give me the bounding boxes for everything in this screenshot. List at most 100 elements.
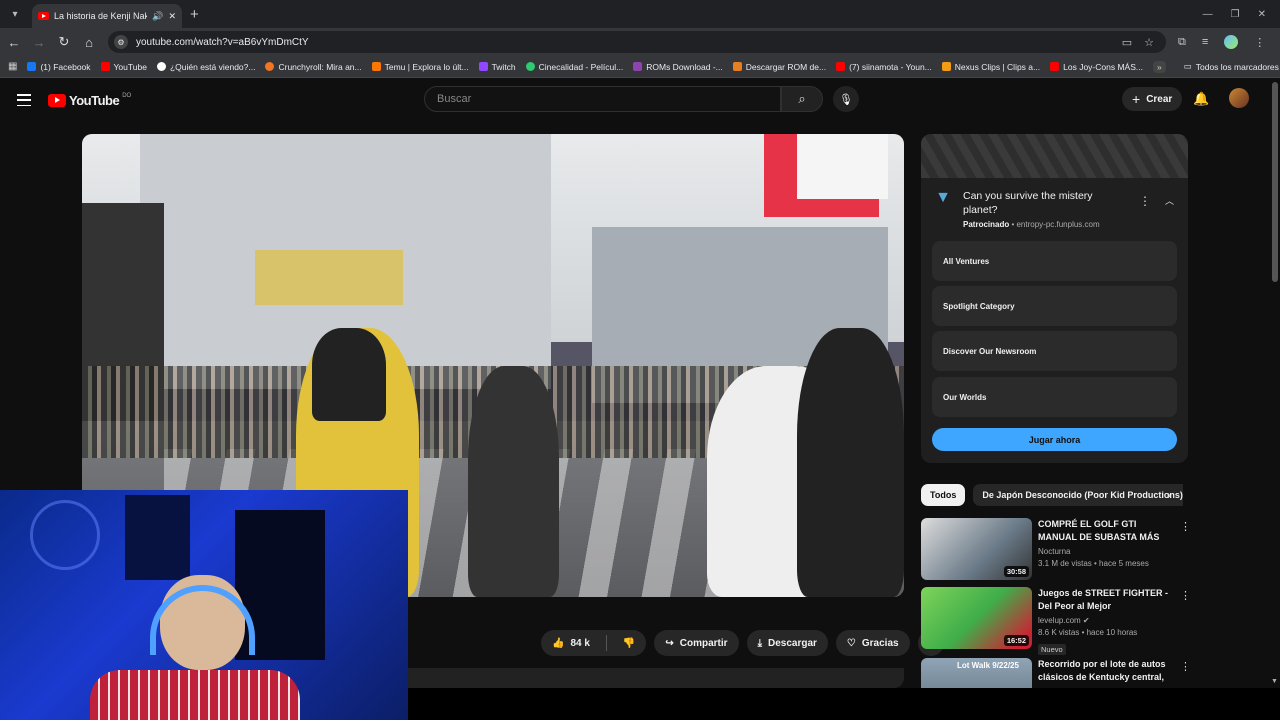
new-tab-plus-icon[interactable]: +	[190, 6, 199, 23]
ad-title[interactable]: Can you survive the mistery planet?	[963, 189, 1113, 217]
bookmark-item[interactable]: Nexus Clips | Clips a...	[941, 62, 1040, 72]
cast-icon[interactable]: ▭	[1122, 36, 1132, 49]
bookmark-item[interactable]: YouTube	[100, 62, 147, 72]
extensions-puzzle-icon[interactable]: ⧉	[1178, 36, 1186, 49]
crunchyroll-icon	[265, 62, 275, 71]
video-meta: 8.6 K vistas • hace 10 horas	[1038, 628, 1138, 637]
apps-grid-icon[interactable]: ▦	[8, 61, 17, 72]
bookmark-item[interactable]: ¿Quién está viendo?...	[156, 62, 255, 72]
video-frame-person	[797, 328, 904, 597]
bookmark-item[interactable]: Descargar ROM de...	[732, 62, 826, 72]
scroll-down-arrow-icon[interactable]: ▼	[1271, 678, 1278, 685]
like-button[interactable]: 👍 84 k	[552, 638, 590, 649]
search-button[interactable]: ⌕	[781, 86, 823, 112]
create-button[interactable]: + Crear	[1122, 87, 1183, 111]
bookmarks-bar: ▦ (1) Facebook YouTube ¿Quién está viend…	[0, 56, 1280, 78]
bookmark-item[interactable]: (1) Facebook	[27, 62, 91, 72]
bookmark-item[interactable]: ROMs Download -...	[633, 62, 723, 72]
forward-arrow-icon[interactable]: →	[28, 35, 50, 50]
ad-play-now-button[interactable]: Jugar ahora	[932, 428, 1177, 451]
url-text[interactable]: youtube.com/watch?v=aB6vYmDmCtY	[136, 37, 1122, 48]
back-arrow-icon[interactable]: ←	[3, 35, 25, 50]
share-arrow-icon: ↪	[665, 637, 674, 649]
chips-next-chevron-icon[interactable]: ›	[1167, 488, 1171, 502]
video-frame-person	[312, 328, 387, 422]
restore-icon[interactable]: ❐	[1231, 9, 1240, 20]
ad-sponsor-line: Patrocinado • entropy-pc.funplus.com	[963, 220, 1100, 229]
like-dislike-group: 👍 84 k 👎	[541, 630, 647, 656]
video-title[interactable]: Juegos de STREET FIGHTER - Del Peor al M…	[1038, 587, 1174, 613]
tab-title: La historia de Kenji Nakam	[54, 11, 148, 21]
more-bookmarks-chevron-icon[interactable]: »	[1152, 60, 1166, 73]
chip-all[interactable]: Todos	[921, 484, 966, 506]
video-meta: 3.1 M de vistas • hace 5 meses	[1038, 559, 1149, 568]
dislike-button[interactable]: 👎	[623, 638, 635, 649]
ad-options-dots-icon[interactable]: ⋮	[1139, 194, 1151, 208]
video-thumbnail[interactable]: 30:58	[921, 518, 1032, 580]
youtube-header: YouTube DO Buscar ⌕ 🎙 + Crear 🔔	[0, 78, 1280, 122]
ad-option[interactable]: Spotlight Category	[932, 286, 1177, 326]
thumbs-down-icon: 👎	[622, 637, 636, 649]
site-info-icon[interactable]: ⚙	[114, 35, 128, 49]
twitch-icon	[478, 62, 488, 71]
youtube-logo[interactable]: YouTube DO	[48, 93, 131, 108]
profile-avatar-icon[interactable]	[1224, 35, 1239, 49]
voice-search-mic-icon[interactable]: 🎙	[833, 86, 859, 112]
close-window-icon[interactable]: ✕	[1258, 9, 1266, 20]
browser-tab[interactable]: La historia de Kenji Nakam 🔊 ✕	[32, 4, 182, 28]
hamburger-menu-icon[interactable]	[17, 94, 31, 106]
bookmark-item[interactable]: Los Joy-Cons MÁS...	[1050, 62, 1143, 72]
bookmark-item[interactable]: (7) siinamota - Youn...	[836, 62, 932, 72]
bookmark-item[interactable]: Cinecalidad - Películ...	[525, 62, 623, 72]
recommendation-item[interactable]: Lot Walk 9/22/25 Recorrido por el lote d…	[921, 658, 1186, 688]
tab-search-chevron-icon[interactable]: ▾	[4, 3, 26, 25]
speaker-icon[interactable]: 🔊	[152, 11, 163, 22]
all-bookmarks[interactable]: ▭ Todos los marcadores	[1184, 61, 1279, 72]
chip-channel[interactable]: De Japón Desconocido (Poor Kid Productio…	[973, 484, 1183, 506]
omnibox[interactable]: ⚙ youtube.com/watch?v=aB6vYmDmCtY ▭ ☆	[108, 31, 1166, 53]
divider	[605, 635, 607, 651]
ad-option[interactable]: Our Worlds	[932, 377, 1177, 417]
thumbs-up-icon: 👍	[552, 637, 565, 649]
bookmark-star-icon[interactable]: ☆	[1144, 36, 1154, 49]
search-icon: ⌕	[798, 91, 806, 106]
reading-list-icon[interactable]: ≡	[1202, 36, 1208, 48]
page-scrollbar[interactable]	[1272, 82, 1278, 282]
search-input[interactable]: Buscar	[424, 86, 781, 112]
recommendation-item[interactable]: 30:58 COMPRÉ EL GOLF GTI MANUAL DE SUBAS…	[921, 518, 1191, 580]
bookmark-item[interactable]: Temu | Explora lo últ...	[371, 62, 469, 72]
video-thumbnail[interactable]: 16:52	[921, 587, 1032, 649]
channel-name[interactable]: Nocturna	[1038, 546, 1174, 558]
video-title[interactable]: COMPRÉ EL GOLF GTI MANUAL DE SUBASTA MÁS…	[1038, 518, 1174, 544]
notifications-bell-icon[interactable]: 🔔	[1193, 91, 1209, 107]
bookmark-item[interactable]: Crunchyroll: Mira an...	[265, 62, 362, 72]
site-icon	[156, 62, 166, 71]
temu-icon	[371, 62, 381, 71]
video-frame-person	[468, 365, 559, 597]
ad-collapse-chevron-icon[interactable]: ︿	[1165, 194, 1174, 207]
bookmark-item[interactable]: Twitch	[478, 62, 516, 72]
tab-close-icon[interactable]: ✕	[168, 11, 176, 22]
recommendation-item[interactable]: 16:52 Juegos de STREET FIGHTER - Del Peo…	[921, 587, 1191, 655]
video-menu-dots-icon[interactable]: ⋮	[1180, 660, 1186, 673]
channel-name[interactable]: levelup.com ✔	[1038, 615, 1174, 627]
video-menu-dots-icon[interactable]: ⋮	[1180, 520, 1191, 533]
webcam-fan	[30, 500, 100, 570]
reload-icon[interactable]: ↻	[53, 34, 75, 50]
ad-banner-image[interactable]	[921, 134, 1188, 178]
description-box[interactable]	[408, 668, 904, 688]
video-thumbnail[interactable]: Lot Walk 9/22/25	[921, 658, 1032, 688]
minimize-icon[interactable]: —	[1203, 9, 1213, 20]
user-avatar[interactable]	[1229, 88, 1249, 108]
verified-check-icon: ✔	[1082, 616, 1090, 625]
thanks-button[interactable]: ♡ Gracias	[835, 630, 910, 656]
browser-menu-icon[interactable]: ⋮	[1254, 36, 1265, 49]
download-button[interactable]: ⤓ Descargar	[746, 630, 828, 656]
ad-option[interactable]: All Ventures	[932, 241, 1177, 281]
video-menu-dots-icon[interactable]: ⋮	[1180, 589, 1191, 602]
share-button[interactable]: ↪ Compartir	[654, 630, 739, 656]
video-title[interactable]: Recorrido por el lote de autos clásicos …	[1038, 658, 1174, 684]
ad-option[interactable]: Discover Our Newsroom	[932, 331, 1177, 371]
ad-logo-icon[interactable]: ▼	[933, 189, 953, 209]
home-icon[interactable]: ⌂	[78, 35, 100, 50]
